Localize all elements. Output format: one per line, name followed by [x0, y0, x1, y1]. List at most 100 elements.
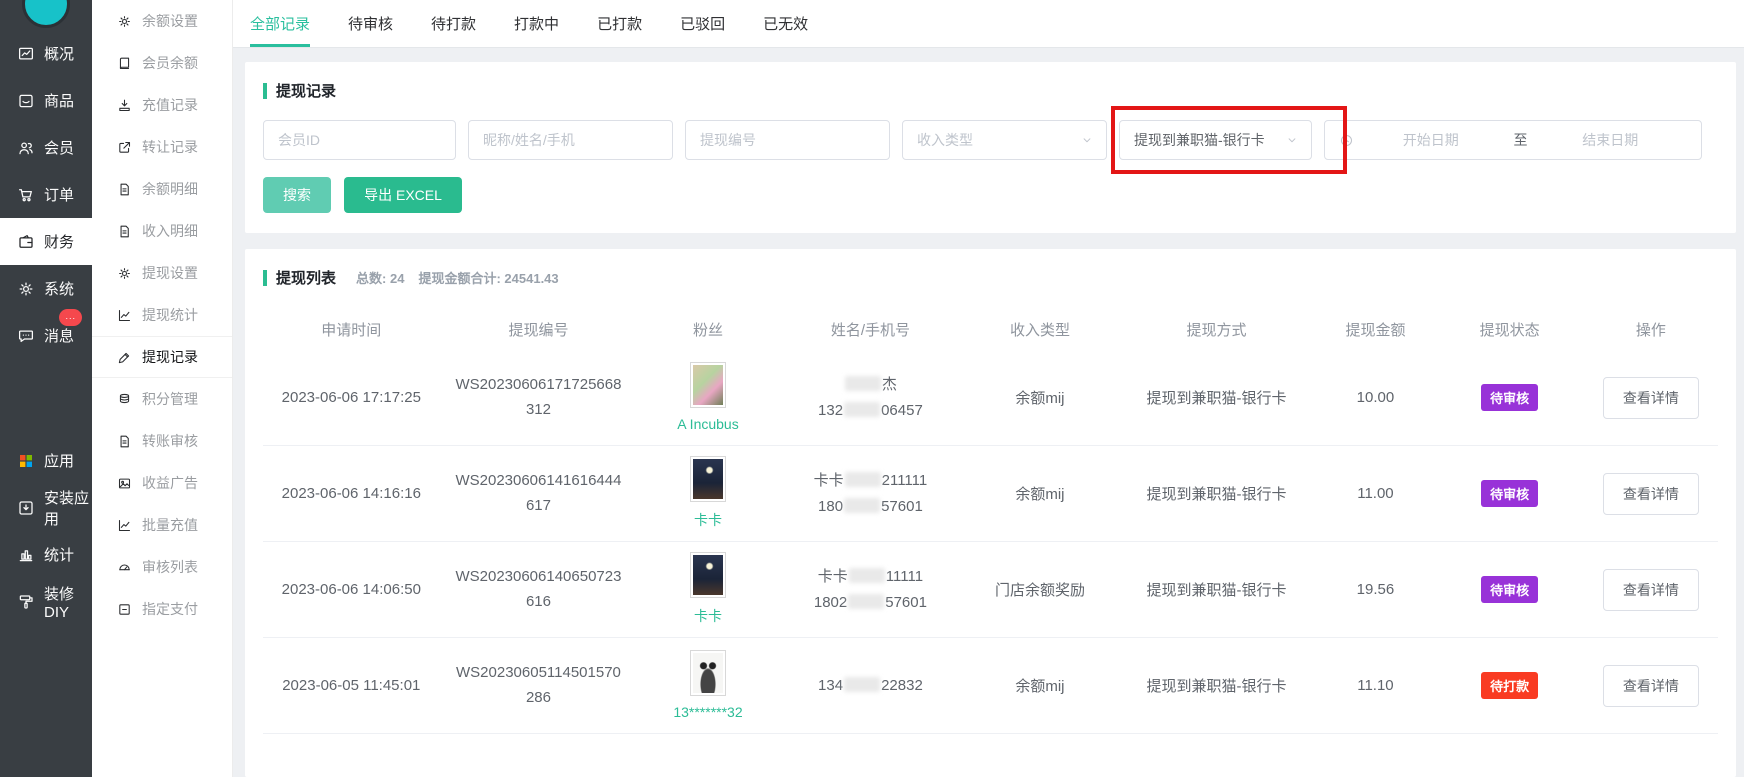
- content-area: 提现记录 收入类型 提现到兼职猫-银行卡: [233, 48, 1744, 777]
- withdraw-status-cell: 待打款: [1435, 638, 1583, 733]
- list-title-row: 提现列表 总数: 24 提现金额合计: 24541.43: [263, 267, 1718, 288]
- tab-paid[interactable]: 已打款: [597, 0, 642, 47]
- withdraw-no-input[interactable]: [685, 120, 890, 160]
- privacy-blur-patch: [844, 677, 880, 692]
- submenu-item-withdraw-records[interactable]: 提现记录: [92, 336, 232, 378]
- fan-name-link[interactable]: 13*******32: [673, 704, 742, 720]
- sidebar-item-label: 会员: [44, 137, 74, 158]
- apply-time-cell: 2023-06-06 17:17:25: [263, 350, 440, 445]
- withdraw-status-cell: 待审核: [1435, 542, 1583, 637]
- withdraw-method-select[interactable]: 提现到兼职猫-银行卡: [1119, 120, 1312, 160]
- column-header: 提现状态: [1435, 319, 1583, 340]
- column-header: 提现方式: [1118, 319, 1316, 340]
- submenu-item-label: 审核列表: [142, 557, 198, 577]
- sidebar-item-decorate-diy[interactable]: 装修DIY: [0, 578, 92, 625]
- income-type-select[interactable]: 收入类型: [902, 120, 1107, 160]
- start-date-placeholder[interactable]: 开始日期: [1354, 130, 1508, 150]
- submenu-item-balance-detail[interactable]: 余额明细: [92, 168, 232, 210]
- status-tabbar: 全部记录 待审核 待打款 打款中 已打款已驳回 已无效: [233, 0, 1744, 48]
- icon-sidebar-top-group: 概况 商品 会员 订单 财务 系统 消息 ...: [0, 30, 92, 359]
- submenu-item-recharge-records[interactable]: 充值记录: [92, 84, 232, 126]
- view-detail-button[interactable]: 查看详情: [1603, 569, 1699, 611]
- tab-label: 待审核: [348, 13, 393, 34]
- action-cell: 查看详情: [1584, 638, 1718, 733]
- submenu-item-income-detail[interactable]: 收入明细: [92, 210, 232, 252]
- finance-icon: [17, 233, 35, 251]
- submenu-item-review-list[interactable]: 审核列表: [92, 546, 232, 588]
- submenu-item-member-balance[interactable]: 会员余额: [92, 42, 232, 84]
- export-excel-button[interactable]: 导出 EXCEL: [344, 177, 462, 213]
- withdraw-amount-cell: 11.10: [1315, 638, 1435, 733]
- sidebar-item-orders[interactable]: 订单: [0, 171, 92, 218]
- submenu-item-label: 批量充值: [142, 515, 198, 535]
- sidebar-item-members[interactable]: 会员: [0, 124, 92, 171]
- withdraw-no-cell: WS20230606171725668312: [440, 350, 638, 445]
- fan-name-link[interactable]: 卡卡: [694, 510, 722, 530]
- view-detail-button[interactable]: 查看详情: [1603, 377, 1699, 419]
- fan-name-link[interactable]: 卡卡: [694, 606, 722, 626]
- withdraw-status-cell: 待审核: [1435, 446, 1583, 541]
- sidebar-item-system[interactable]: 系统: [0, 265, 92, 312]
- date-range-picker[interactable]: 开始日期 至 结束日期: [1324, 120, 1702, 160]
- submenu-item-designated-payment[interactable]: 指定支付: [92, 588, 232, 630]
- submenu-item-withdraw-settings[interactable]: 提现设置: [92, 252, 232, 294]
- tab-pending-payment[interactable]: 待打款: [431, 0, 476, 47]
- privacy-blur-patch: [845, 472, 881, 487]
- tab-rejected[interactable]: 已驳回: [680, 0, 725, 47]
- submenu-item-transfer-records[interactable]: 转让记录: [92, 126, 232, 168]
- sidebar-item-install-apps[interactable]: 安装应用: [0, 484, 92, 531]
- night-avatar: [691, 457, 725, 501]
- nickname-input[interactable]: [468, 120, 673, 160]
- sidebar-item-stats[interactable]: 统计: [0, 531, 92, 578]
- name-phone-cell: 13422832: [779, 638, 963, 733]
- sidebar-item-overview[interactable]: 概况: [0, 30, 92, 77]
- withdraw-no-cell: WS20230605114501570286: [440, 638, 638, 733]
- list-section-title: 提现列表: [263, 267, 336, 288]
- paint-roller-icon: [17, 593, 35, 611]
- gear-icon: [117, 266, 132, 281]
- list-stats: 总数: 24 提现金额合计: 24541.43: [356, 268, 559, 287]
- member-id-input[interactable]: [263, 120, 456, 160]
- tab-label: 待打款: [431, 13, 476, 34]
- fan-name-link[interactable]: A Incubus: [677, 416, 739, 432]
- sidebar-item-label: 装修DIY: [44, 583, 92, 621]
- chevron-down-icon: [1080, 133, 1094, 147]
- chart-line-icon: [117, 308, 132, 323]
- submenu-item-label: 转账审核: [142, 431, 198, 451]
- sidebar-item-products[interactable]: 商品: [0, 77, 92, 124]
- tab-paying[interactable]: 打款中: [514, 0, 559, 47]
- submenu-item-label: 转让记录: [142, 137, 198, 157]
- table-body: 2023-06-06 17:17:25 WS202306061717256683…: [263, 350, 1718, 734]
- search-button[interactable]: 搜索: [263, 177, 331, 213]
- submenu-item-transfer-review[interactable]: 转账审核: [92, 420, 232, 462]
- sidebar-item-messages[interactable]: 消息 ...: [0, 312, 92, 359]
- tab-all-records[interactable]: 全部记录: [250, 0, 310, 47]
- file-icon: [117, 182, 132, 197]
- fan-cell: A Incubus: [637, 350, 778, 445]
- submenu-item-balance-settings[interactable]: 余额设置: [92, 0, 232, 42]
- income-type-cell: 余额mij: [962, 638, 1117, 733]
- submenu-item-points-management[interactable]: 积分管理: [92, 378, 232, 420]
- view-detail-button[interactable]: 查看详情: [1603, 665, 1699, 707]
- icon-sidebar-gap: [0, 359, 92, 437]
- column-header: 姓名/手机号: [779, 319, 963, 340]
- sidebar-item-apps[interactable]: 应用: [0, 437, 92, 484]
- sidebar-item-finance[interactable]: 财务: [0, 218, 92, 265]
- tab-pending-review[interactable]: 待审核: [348, 0, 393, 47]
- tab-label: 已无效: [763, 13, 808, 34]
- tab-invalid[interactable]: 已无效: [763, 0, 808, 47]
- tab-label: 打款中: [514, 13, 559, 34]
- submenu-item-withdraw-stats[interactable]: 提现统计: [92, 294, 232, 336]
- app-logo[interactable]: [22, 0, 70, 28]
- view-detail-button[interactable]: 查看详情: [1603, 473, 1699, 515]
- end-date-placeholder[interactable]: 结束日期: [1534, 130, 1688, 150]
- submenu-item-batch-recharge[interactable]: 批量充值: [92, 504, 232, 546]
- submenu-item-label: 提现统计: [142, 305, 198, 325]
- submenu-item-revenue-ads[interactable]: 收益广告: [92, 462, 232, 504]
- submenu-item-label: 充值记录: [142, 95, 198, 115]
- orders-icon: [17, 186, 35, 204]
- sidebar-item-label: 应用: [44, 450, 74, 471]
- main-area: 全部记录待审核待打款打款中已打款已驳回已无效 提现记录 收入类型 提现到兼职猫-…: [233, 0, 1744, 777]
- app-root: 概况 商品 会员 订单 财务 系统 消息 ... 应用 安装应用 统计 装修DI…: [0, 0, 1744, 777]
- members-icon: [17, 139, 35, 157]
